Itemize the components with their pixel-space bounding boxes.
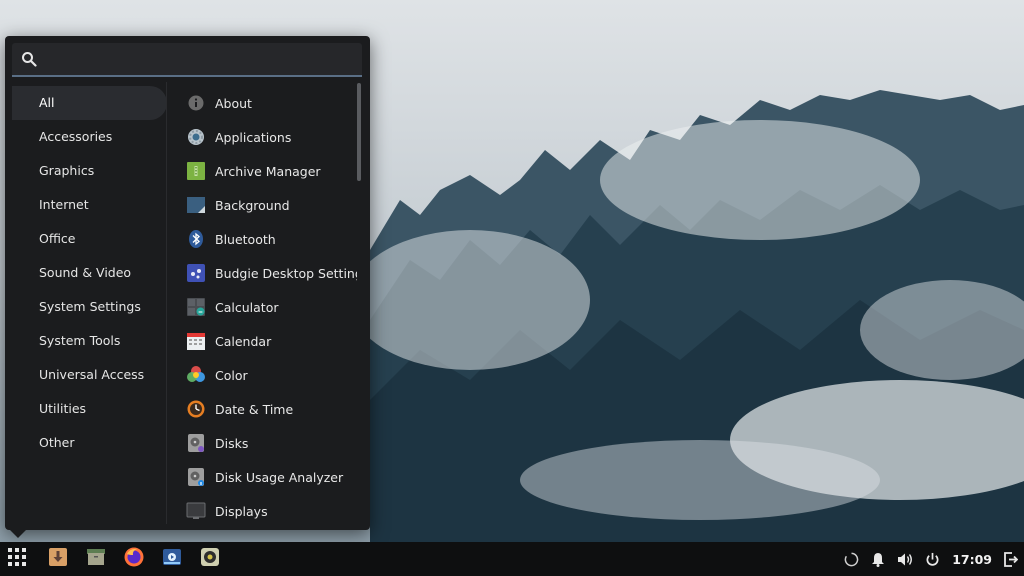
disks-icon	[186, 433, 206, 453]
category-utilities[interactable]: Utilities	[12, 392, 167, 426]
app-label: Displays	[215, 503, 268, 519]
app-label: Budgie Desktop Settings	[215, 265, 357, 281]
app-list: About Applications Archive Manager Backg…	[177, 86, 357, 528]
bottom-panel: 17:09	[0, 542, 1024, 576]
category-graphics[interactable]: Graphics	[12, 154, 167, 188]
launcher-screenshot-app[interactable]	[153, 542, 191, 576]
clock-icon	[186, 399, 206, 419]
app-menu: All Accessories Graphics Internet Office…	[5, 36, 370, 530]
app-item-disks[interactable]: Disks	[177, 426, 357, 460]
app-label: Archive Manager	[215, 163, 321, 179]
app-label: Bluetooth	[215, 231, 276, 247]
app-item-budgie-desktop-settings[interactable]: Budgie Desktop Settings	[177, 256, 357, 290]
app-item-calculator[interactable]: = Calculator	[177, 290, 357, 324]
launcher-files[interactable]	[77, 542, 115, 576]
grid-icon	[8, 548, 26, 570]
app-item-about[interactable]: About	[177, 86, 357, 120]
category-office[interactable]: Office	[12, 222, 167, 256]
screenshot-app-icon	[162, 547, 182, 571]
calendar-icon	[186, 331, 206, 351]
app-label: Calculator	[215, 299, 279, 315]
category-sound-video[interactable]: Sound & Video	[12, 256, 167, 290]
svg-text:=: =	[198, 309, 203, 316]
category-system-settings[interactable]: System Settings	[12, 290, 167, 324]
app-label: Applications	[215, 129, 292, 145]
rhythmbox-icon	[200, 547, 220, 571]
app-label: Date & Time	[215, 401, 294, 417]
app-item-color[interactable]: Color	[177, 358, 357, 392]
category-internet[interactable]: Internet	[12, 188, 167, 222]
launcher-firefox[interactable]	[115, 542, 153, 576]
calculator-icon: =	[186, 297, 206, 317]
app-item-background[interactable]: Background	[177, 188, 357, 222]
loading-icon	[844, 552, 859, 567]
clock-time[interactable]: 17:09	[952, 552, 992, 567]
search-icon	[22, 52, 37, 67]
bell-icon[interactable]	[871, 552, 885, 567]
color-icon	[186, 365, 206, 385]
app-label: Background	[215, 197, 290, 213]
firefox-icon	[123, 546, 145, 572]
files-icon	[86, 547, 106, 571]
search-input[interactable]	[45, 45, 362, 73]
app-item-date-time[interactable]: Date & Time	[177, 392, 357, 426]
power-icon[interactable]	[925, 552, 940, 567]
category-universal-access[interactable]: Universal Access	[12, 358, 167, 392]
app-item-calendar[interactable]: Calendar	[177, 324, 357, 358]
budgie-settings-icon	[186, 263, 206, 283]
app-item-applications[interactable]: Applications	[177, 120, 357, 154]
category-all[interactable]: All	[12, 86, 167, 120]
logout-icon[interactable]	[1004, 551, 1018, 567]
app-item-disk-usage-analyzer[interactable]: Disk Usage Analyzer	[177, 460, 357, 494]
launcher-rhythmbox[interactable]	[191, 542, 229, 576]
launcher-downloader[interactable]	[39, 542, 77, 576]
app-label: Color	[215, 367, 248, 383]
app-item-displays[interactable]: Displays	[177, 494, 357, 528]
app-label: Disks	[215, 435, 249, 451]
app-menu-button[interactable]	[0, 542, 34, 576]
info-icon	[186, 93, 206, 113]
app-label: Calendar	[215, 333, 272, 349]
volume-icon[interactable]	[897, 552, 913, 567]
downloader-icon	[48, 547, 68, 571]
app-list-scrollbar[interactable]	[357, 83, 361, 181]
app-label: Disk Usage Analyzer	[215, 469, 344, 485]
app-item-bluetooth[interactable]: Bluetooth	[177, 222, 357, 256]
app-label: About	[215, 95, 252, 111]
archive-icon	[186, 161, 206, 181]
category-other[interactable]: Other	[12, 426, 167, 460]
background-icon	[186, 195, 206, 215]
display-icon	[186, 501, 206, 521]
gear-icon	[186, 127, 206, 147]
category-list: All Accessories Graphics Internet Office…	[12, 86, 167, 460]
category-accessories[interactable]: Accessories	[12, 120, 167, 154]
menu-pointer	[10, 530, 26, 538]
search-bar	[12, 43, 362, 77]
menu-divider	[166, 82, 167, 524]
bluetooth-icon	[186, 229, 206, 249]
disk-usage-icon	[186, 467, 206, 487]
app-item-archive-manager[interactable]: Archive Manager	[177, 154, 357, 188]
system-tray: 17:09	[844, 542, 1024, 576]
category-system-tools[interactable]: System Tools	[12, 324, 167, 358]
